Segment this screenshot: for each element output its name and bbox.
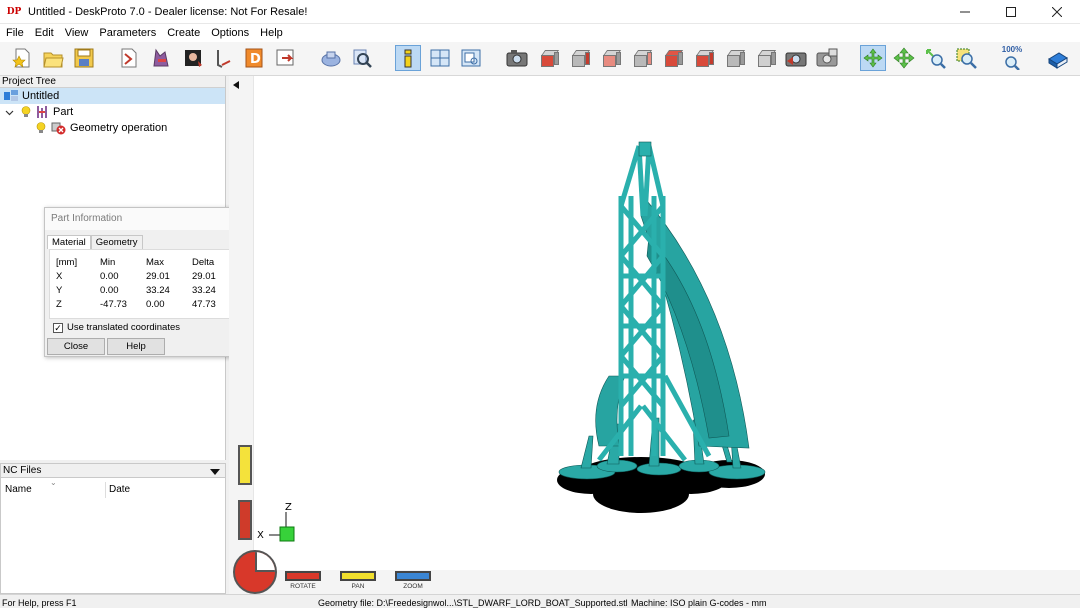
camera-icon[interactable] — [504, 45, 530, 71]
model-render: Z X — [257, 141, 766, 542]
menu-bar: File Edit View Parameters Create Options… — [0, 24, 1080, 42]
save-icon[interactable] — [71, 45, 97, 71]
part-information-dialog: Part Information Material Geometry [mm] … — [44, 207, 246, 357]
tree-item-label: Untitled — [22, 90, 60, 102]
axis-label-x: X — [257, 530, 264, 541]
view-part-icon[interactable] — [349, 45, 375, 71]
nc-files-columns: Name Date ⌄ — [1, 478, 225, 498]
tree-item-part[interactable]: Part — [0, 104, 225, 120]
window-title: Untitled - DeskProto 7.0 - Dealer licens… — [28, 5, 308, 18]
model-mast-tip — [638, 141, 652, 157]
menu-view[interactable]: View — [59, 27, 94, 39]
zoom-window-icon[interactable] — [953, 45, 979, 71]
nc-files-header[interactable]: NC Files — [1, 464, 225, 478]
select-part-icon[interactable] — [318, 45, 344, 71]
zoom-view-icon[interactable] — [922, 45, 948, 71]
close-icon[interactable] — [1034, 0, 1080, 24]
pan-view-icon[interactable] — [891, 45, 917, 71]
nc-files-panel: NC Files Name Date ⌄ — [0, 463, 226, 594]
menu-file[interactable]: File — [0, 27, 29, 39]
print-icon[interactable] — [814, 45, 840, 71]
menu-edit[interactable]: Edit — [29, 27, 59, 39]
menu-options[interactable]: Options — [205, 27, 254, 39]
export-icon[interactable] — [272, 45, 298, 71]
view-right-icon[interactable] — [566, 45, 592, 71]
add-bitmap-icon[interactable] — [180, 45, 206, 71]
svg-text:D: D — [250, 52, 261, 67]
zoom-nav-button[interactable] — [395, 571, 431, 581]
project-icon — [4, 90, 18, 102]
column-date[interactable]: Date — [109, 484, 130, 495]
part-icon — [35, 105, 49, 119]
table-row: Y 0.00 33.24 33.24 — [56, 285, 216, 296]
translated-coordinates-option[interactable]: ✓ Use translated coordinates — [53, 322, 180, 333]
pan-nav-button[interactable] — [340, 571, 376, 581]
chevron-down-icon[interactable] — [5, 108, 17, 117]
import-geometry-icon[interactable] — [116, 45, 142, 71]
tree-item-label: Geometry operation — [70, 122, 168, 134]
view-bottom-icon[interactable] — [690, 45, 716, 71]
add-part-icon[interactable] — [148, 45, 174, 71]
view-window-icon[interactable] — [458, 45, 484, 71]
dropdown-arrow-icon[interactable] — [210, 467, 220, 481]
open-folder-icon[interactable] — [40, 45, 66, 71]
help-button[interactable]: Help — [107, 338, 165, 355]
dimensions-table: [mm] Min Max Delta X 0.00 29.01 29.01 Y … — [49, 249, 243, 319]
axis-label-z: Z — [285, 502, 292, 513]
minimize-icon[interactable] — [942, 0, 988, 24]
new-file-icon[interactable] — [9, 45, 35, 71]
tab-geometry[interactable]: Geometry — [90, 235, 143, 249]
part-info-icon[interactable] — [395, 45, 421, 71]
column-name[interactable]: Name — [5, 484, 32, 495]
table-row: X 0.00 29.01 29.01 — [56, 271, 216, 282]
status-bar: For Help, press F1 Geometry file: D:\Fre… — [0, 594, 1080, 608]
menu-help[interactable]: Help — [254, 27, 288, 39]
axis-indicator: Z X — [257, 502, 295, 542]
zoom-nav-label: ZOOM — [403, 583, 423, 590]
rotate-nav-label: ROTATE — [290, 583, 316, 590]
3d-viewport[interactable]: Z X ROTATE PAN ZOOM — [229, 76, 1080, 594]
help-book-icon[interactable] — [1045, 45, 1071, 71]
checkbox-label: Use translated coordinates — [67, 322, 181, 333]
capture-icon[interactable] — [783, 45, 809, 71]
main-toolbar: D 100% — [0, 42, 1080, 76]
operation-error-icon — [51, 121, 66, 135]
tab-material[interactable]: Material — [47, 235, 91, 249]
zoom-100-icon[interactable]: 100% — [999, 45, 1025, 71]
view-left-icon[interactable] — [628, 45, 654, 71]
add-project-icon[interactable]: D — [241, 45, 267, 71]
dialog-title: Part Information — [45, 208, 245, 230]
rotate-nav-button[interactable] — [285, 571, 321, 581]
nc-files-title: NC Files — [3, 465, 42, 476]
close-button[interactable]: Close — [47, 338, 105, 355]
view-back-icon[interactable] — [597, 45, 623, 71]
menu-create[interactable]: Create — [161, 27, 205, 39]
view-iso-icon[interactable] — [721, 45, 747, 71]
translated-coordinates-checkbox[interactable]: ✓ — [53, 322, 63, 333]
tree-item-label: Part — [53, 106, 74, 118]
rotate-dial-icon[interactable] — [233, 550, 277, 594]
table-row: Z -47.73 0.00 47.73 — [56, 299, 216, 310]
maximize-icon[interactable] — [988, 0, 1034, 24]
sort-indicator-icon: ⌄ — [50, 478, 57, 487]
split-view-icon[interactable] — [427, 45, 453, 71]
project-tree-header: Project Tree — [0, 76, 225, 88]
pan-nav-label: PAN — [351, 583, 365, 590]
rotate-view-icon[interactable] — [860, 45, 886, 71]
title-bar: DP Untitled - DeskProto 7.0 - Dealer lic… — [0, 0, 1080, 24]
lightbulb-icon[interactable] — [21, 106, 31, 118]
menu-parameters[interactable]: Parameters — [93, 27, 161, 39]
tree-item-geometry-operation[interactable]: Geometry operation — [0, 120, 225, 136]
view-iso2-icon[interactable] — [752, 45, 778, 71]
view-front-icon[interactable] — [535, 45, 561, 71]
table-header: [mm] Min Max Delta — [56, 257, 215, 268]
tree-item-untitled[interactable]: Untitled — [0, 88, 225, 104]
zoom-level-label: 100% — [1001, 45, 1023, 54]
lightbulb-icon[interactable] — [36, 122, 46, 134]
add-vector-icon[interactable] — [210, 45, 236, 71]
app-logo-icon: DP — [6, 6, 22, 17]
view-top-icon[interactable] — [659, 45, 685, 71]
